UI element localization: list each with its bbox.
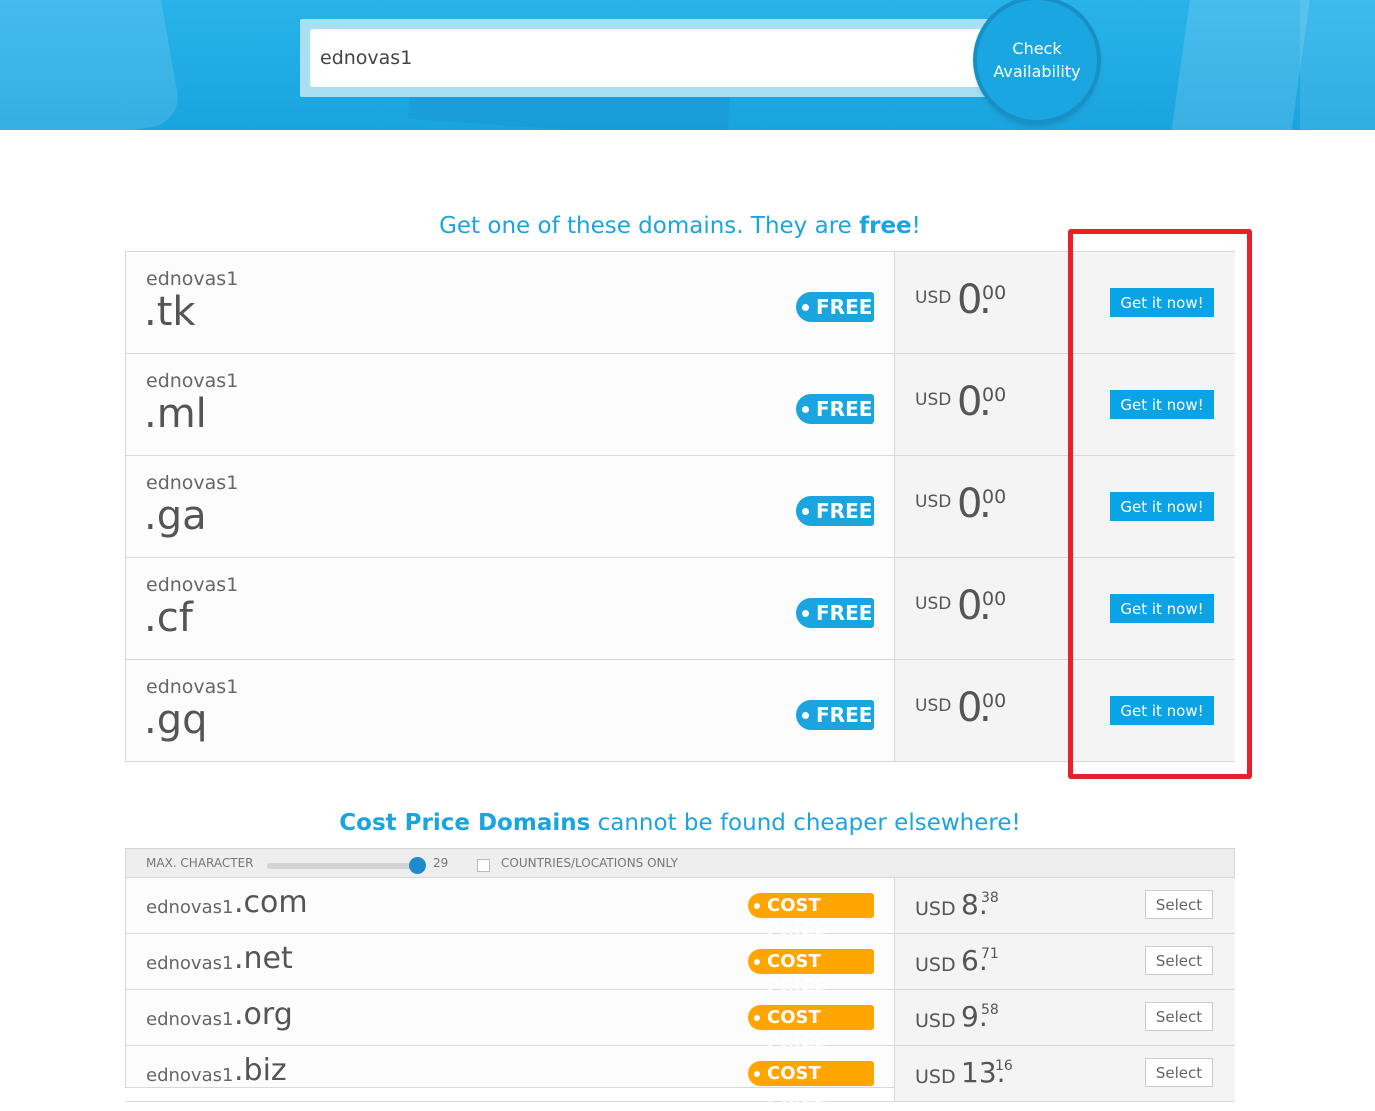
cost-domains-table: MAX. CHARACTER 29 COUNTRIES/LOCATIONS ON… bbox=[125, 848, 1235, 1109]
domain-tld: .biz bbox=[234, 1053, 287, 1088]
cost-domain-row: ednovas1 .biz COST PRICE USD 13. 16 Sele… bbox=[126, 1046, 1235, 1109]
banner-decoration bbox=[0, 0, 183, 130]
price-currency: USD bbox=[915, 390, 952, 410]
price-currency: USD bbox=[915, 1066, 956, 1088]
price-decimal: 00 bbox=[982, 282, 1007, 304]
header-banner: Check Availability bbox=[0, 0, 1375, 130]
max-character-slider[interactable] bbox=[267, 863, 419, 869]
free-badge: FREE bbox=[796, 292, 874, 322]
domain-tld: .org bbox=[234, 997, 293, 1032]
cost-domain-row: ednovas1 .net COST PRICE USD 6. 71 Selec… bbox=[126, 934, 1235, 997]
domain-name: ednovas1 bbox=[146, 268, 239, 290]
price-cell: USD 13. 16 Select bbox=[894, 1046, 1235, 1101]
price-decimal: 71 bbox=[981, 946, 999, 962]
domain-name: ednovas1 bbox=[146, 1065, 234, 1086]
domain-tld: .com bbox=[234, 885, 308, 920]
cost-price-badge: COST PRICE bbox=[748, 893, 874, 941]
select-button[interactable]: Select bbox=[1145, 1002, 1213, 1031]
domain-tld: .tk bbox=[144, 289, 196, 335]
price-cell: USD 9. 58 Select bbox=[894, 990, 1235, 1045]
price-currency: USD bbox=[915, 696, 952, 716]
price-currency: USD bbox=[915, 898, 956, 920]
free-badge: FREE bbox=[796, 496, 874, 526]
cost-price-badge: COST PRICE bbox=[748, 949, 874, 997]
highlight-annotation-box bbox=[1068, 229, 1252, 779]
free-badge: FREE bbox=[796, 598, 874, 628]
domain-name: ednovas1 bbox=[146, 676, 239, 698]
domain-name: ednovas1 bbox=[146, 574, 239, 596]
price-decimal: 00 bbox=[982, 384, 1007, 406]
price-currency: USD bbox=[915, 1010, 956, 1032]
domain-name: ednovas1 bbox=[146, 953, 234, 974]
max-character-value: 29 bbox=[433, 856, 449, 870]
price-decimal: 00 bbox=[982, 588, 1007, 610]
cost-domain-row: ednovas1 .com COST PRICE USD 8. 38 Selec… bbox=[126, 878, 1235, 941]
cost-price-badge: COST PRICE bbox=[748, 1005, 874, 1053]
price-cell: USD 8. 38 Select bbox=[894, 878, 1235, 933]
price-currency: USD bbox=[915, 288, 952, 308]
cost-domain-row: ednovas1 .org COST PRICE USD 9. 58 Selec… bbox=[126, 990, 1235, 1053]
select-button[interactable]: Select bbox=[1145, 890, 1213, 919]
max-character-label: MAX. CHARACTER bbox=[146, 856, 254, 870]
domain-name: ednovas1 bbox=[146, 1009, 234, 1030]
heading-suffix: ! bbox=[911, 213, 921, 239]
cost-domains-heading: Cost Price Domains cannot be found cheap… bbox=[125, 810, 1235, 836]
countries-only-label: COUNTRIES/LOCATIONS ONLY bbox=[501, 856, 678, 870]
slider-handle[interactable] bbox=[409, 857, 426, 874]
price-currency: USD bbox=[915, 954, 956, 976]
heading-text: Get one of these domains. They are bbox=[439, 213, 860, 239]
free-badge: FREE bbox=[796, 700, 874, 730]
filter-bar: MAX. CHARACTER 29 COUNTRIES/LOCATIONS ON… bbox=[126, 849, 1234, 878]
check-availability-label: Check Availability bbox=[993, 39, 1081, 81]
price-decimal: 58 bbox=[981, 1002, 999, 1018]
select-button[interactable]: Select bbox=[1145, 946, 1213, 975]
countries-only-checkbox[interactable] bbox=[477, 859, 490, 872]
domain-tld: .net bbox=[234, 941, 293, 976]
domain-search-box bbox=[300, 19, 1000, 97]
domain-tld: .gq bbox=[144, 697, 208, 743]
heading-text: cannot be found cheaper elsewhere! bbox=[590, 810, 1021, 836]
check-availability-button[interactable]: Check Availability bbox=[977, 0, 1097, 120]
heading-bold-text: free bbox=[859, 213, 912, 239]
domain-name: ednovas1 bbox=[146, 897, 234, 918]
domain-tld: .ga bbox=[144, 493, 207, 539]
price-decimal: 00 bbox=[982, 486, 1007, 508]
domain-name: ednovas1 bbox=[146, 370, 239, 392]
domain-tld: .cf bbox=[144, 595, 193, 641]
price-decimal: 00 bbox=[982, 690, 1007, 712]
domain-name: ednovas1 bbox=[146, 472, 239, 494]
price-decimal: 38 bbox=[981, 890, 999, 906]
domain-tld: .ml bbox=[144, 391, 207, 437]
price-currency: USD bbox=[915, 594, 952, 614]
price-currency: USD bbox=[915, 492, 952, 512]
price-cell: USD 6. 71 Select bbox=[894, 934, 1235, 989]
domain-search-input[interactable] bbox=[310, 29, 1000, 87]
banner-decoration bbox=[1300, 0, 1375, 130]
heading-bold-text: Cost Price Domains bbox=[339, 810, 591, 836]
price-decimal: 16 bbox=[995, 1058, 1013, 1074]
free-badge: FREE bbox=[796, 394, 874, 424]
cost-price-badge: COST PRICE bbox=[748, 1061, 874, 1109]
banner-decoration bbox=[1168, 0, 1312, 130]
